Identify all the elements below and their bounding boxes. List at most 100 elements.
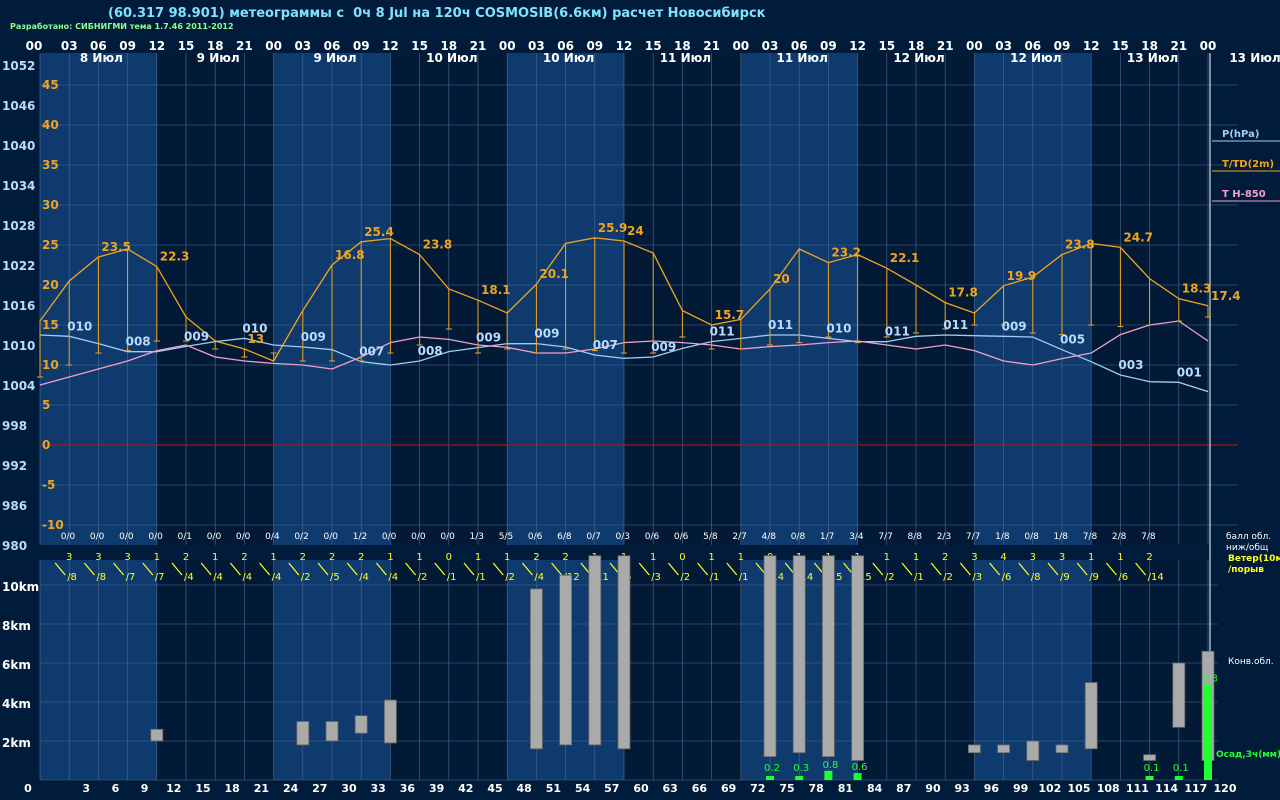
date-label: 13 Июл <box>1127 51 1178 65</box>
cloud-fraction-label: 2/8 <box>1112 532 1127 542</box>
cloud-fraction-label: 5/5 <box>499 532 513 542</box>
top-hour-label: 12 <box>1083 39 1100 53</box>
wind-speed-label: 1 <box>475 552 481 563</box>
wind-gust-label: /4 <box>272 572 282 583</box>
date-label: 12 Июл <box>1010 51 1061 65</box>
cloud-fraction-label: 0/0 <box>324 532 339 542</box>
wind-speed-label: 3 <box>1059 552 1065 563</box>
top-hour-label: 03 <box>61 39 78 53</box>
wind-gust-label: /4 <box>359 572 369 583</box>
pressure-tick: 1022 <box>2 259 35 273</box>
cloud-fraction-label: 0/4 <box>265 532 280 542</box>
pressure-tick: 1010 <box>2 339 35 353</box>
wind-speed-label: 2 <box>241 552 247 563</box>
wind-gust-label: /4 <box>184 572 194 583</box>
cloud-fraction-label: 0/7 <box>586 532 600 542</box>
pressure-tick: 998 <box>2 419 27 433</box>
wind-speed-label: 3 <box>971 552 977 563</box>
bottom-hour-label: 93 <box>955 782 970 795</box>
wind-speed-label: 0 <box>679 552 685 563</box>
km-tick: 6km <box>2 658 31 672</box>
cloud-fraction-label: 7/8 <box>1141 532 1156 542</box>
pressure-tick: 1052 <box>2 59 35 73</box>
wind-speed-label: 1 <box>416 552 422 563</box>
precip-value: 0.2 <box>764 763 780 774</box>
wind-gust-label: /1 <box>447 572 457 583</box>
pressure-label: 007 <box>593 338 618 352</box>
cloud-fraction-title: ниж/общ <box>1226 543 1269 553</box>
wind-speed-label: 3 <box>124 552 130 563</box>
wind-speed-label: 1 <box>650 552 656 563</box>
cloud-fraction-label: 0/3 <box>616 532 630 542</box>
cloud-bar <box>1026 740 1040 761</box>
cloud-bar <box>1055 744 1069 754</box>
wind-speed-label: 3 <box>66 552 72 563</box>
wind-speed-label: 1 <box>913 552 919 563</box>
bottom-hour-label: 105 <box>1068 782 1091 795</box>
cloud-fraction-label: 8/8 <box>908 532 923 542</box>
top-hour-label: 15 <box>178 39 195 53</box>
wind-gust-label: /8 <box>96 572 106 583</box>
bottom-hour-label: 81 <box>838 782 853 795</box>
top-hour-label: 03 <box>294 39 311 53</box>
wind-speed-label: 1 <box>738 552 744 563</box>
temp-label: 19.9 <box>1007 269 1037 283</box>
temp-label: 23.5 <box>101 240 131 254</box>
cloud-fraction-label: 1/7 <box>820 532 834 542</box>
cloud-bar <box>822 555 835 758</box>
bottom-hour-label: 60 <box>633 782 649 795</box>
cloud-fraction-label: 0/6 <box>645 532 660 542</box>
wind-speed-label: 2 <box>183 552 189 563</box>
temp-tick: 40 <box>42 118 59 132</box>
meteogram-chart: 00 03 06 09 12 15 18 21 00 03 06 09 12 15 18 21 00 03 06 09… <box>2 39 1280 795</box>
pressure-label: 003 <box>1118 358 1143 372</box>
cloud-fraction-label: 0/0 <box>440 532 455 542</box>
wind-gust-label: /6 <box>1118 572 1128 583</box>
legend-label: T/TD(2m) <box>1222 159 1274 170</box>
pressure-label: 009 <box>476 331 501 345</box>
wind-speed-label: 2 <box>358 552 364 563</box>
bottom-hour-label: 72 <box>750 782 765 795</box>
temp-tick: 0 <box>42 438 50 452</box>
date-label: 10 Июл <box>543 51 594 65</box>
pressure-tick: 1004 <box>2 379 35 393</box>
bottom-hour-label: 12 <box>166 782 181 795</box>
wind-gust-label: /4 <box>242 572 252 583</box>
cloud-fraction-label: 0/6 <box>674 532 689 542</box>
cloud-fraction-label: 0/2 <box>294 532 308 542</box>
date-label: 13 Июл <box>1229 51 1280 65</box>
bottom-hour-label: 87 <box>896 782 911 795</box>
wind-gust-label: /2 <box>505 572 515 583</box>
wind-speed-label: 1 <box>884 552 890 563</box>
temp-tick: 10 <box>42 358 59 372</box>
cloud-bar <box>296 721 310 746</box>
pressure-label: 010 <box>242 321 267 335</box>
temp-label: 25.9 <box>598 221 628 235</box>
top-hour-label: 12 <box>849 39 866 53</box>
wind-gust-label: /1 <box>710 572 720 583</box>
top-hour-label: 00 <box>1200 39 1217 53</box>
wind-gust-label: /2 <box>418 572 428 583</box>
date-label: 11 Июл <box>777 51 828 65</box>
date-label: 8 Июл <box>80 51 123 65</box>
date-label: 9 Июл <box>197 51 240 65</box>
top-hour-label: 00 <box>26 39 43 53</box>
temp-label: 17.8 <box>948 286 978 300</box>
cloud-fraction-label: 6/8 <box>557 532 572 542</box>
pressure-tick: 1016 <box>2 299 35 313</box>
pressure-label: 005 <box>1060 333 1085 347</box>
cloud-fraction-label: 0/0 <box>236 532 251 542</box>
precip-value: 8.3 <box>1202 674 1218 685</box>
pressure-label: 001 <box>1177 365 1202 379</box>
wind-gust-label: /2 <box>301 572 311 583</box>
wind-gust-label: /4 <box>213 572 223 583</box>
bottom-hour-label: 39 <box>429 782 444 795</box>
bottom-hour-label: 66 <box>692 782 708 795</box>
cloud-bar <box>851 555 864 761</box>
cloud-fraction-label: 0/0 <box>207 532 222 542</box>
pressure-tick: 986 <box>2 499 27 513</box>
wind-gust-label: /9 <box>1089 572 1099 583</box>
bottom-hour-label: 45 <box>487 782 502 795</box>
wind-speed-label: 1 <box>1117 552 1123 563</box>
wind-gust-label: /2 <box>680 572 690 583</box>
